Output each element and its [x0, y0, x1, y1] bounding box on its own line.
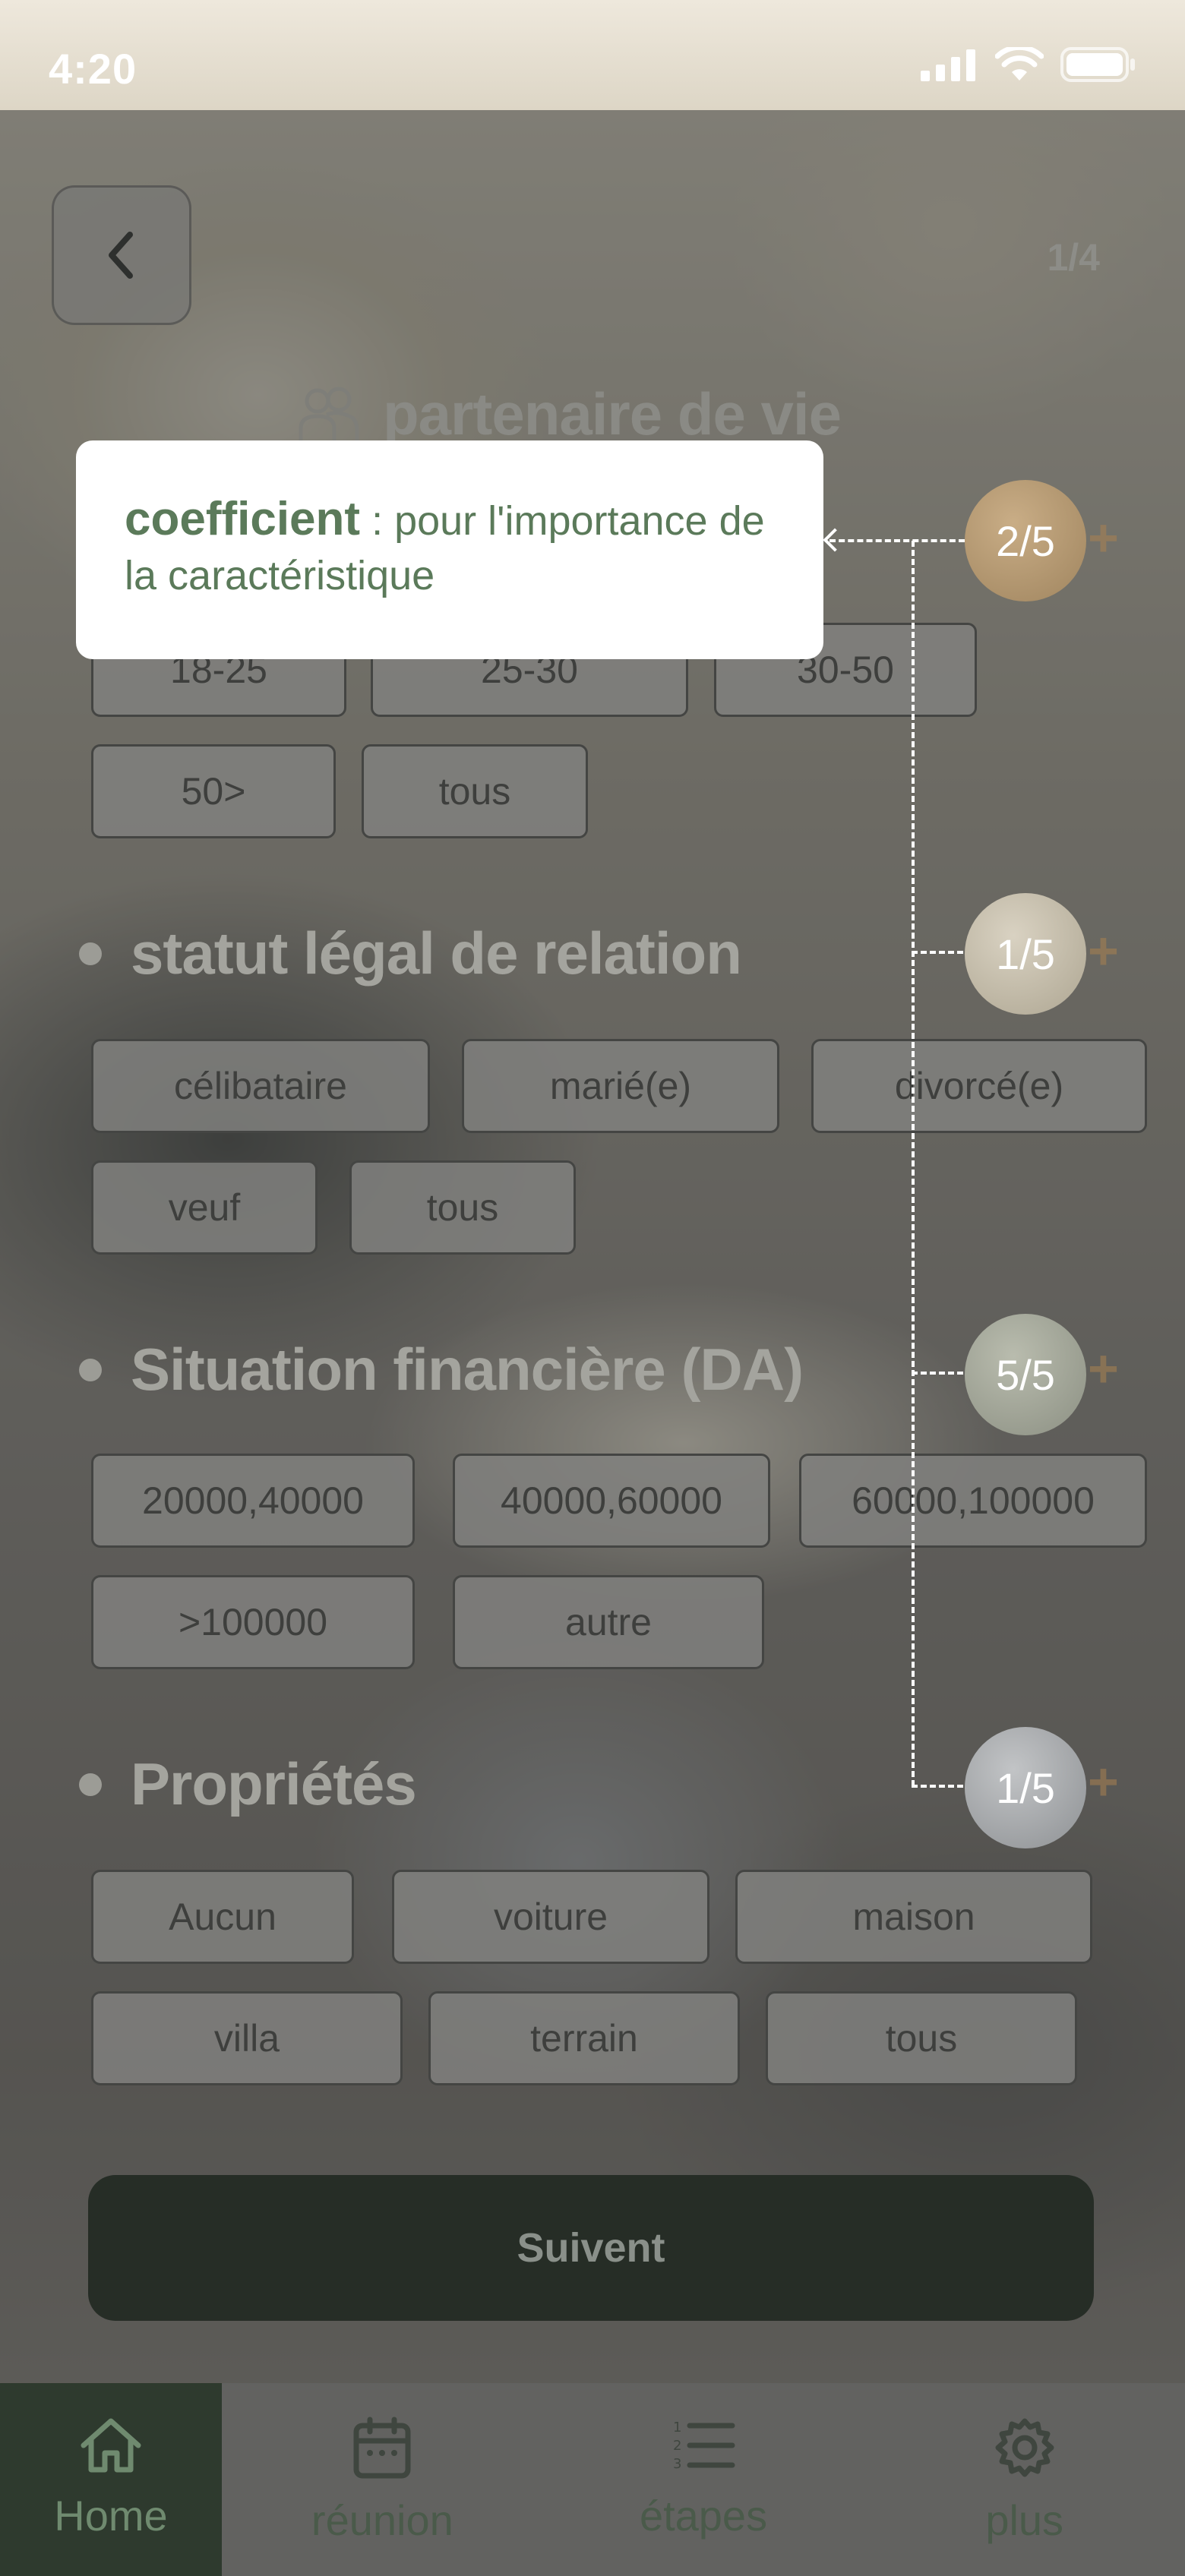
option-chip[interactable]: 20000,40000 — [91, 1454, 415, 1548]
gear-icon — [995, 2418, 1054, 2477]
cellular-signal-icon — [921, 49, 975, 81]
status-time: 4:20 — [49, 45, 137, 93]
numbered-list-icon: 1 2 3 — [673, 2420, 735, 2472]
option-chip[interactable]: tous — [349, 1160, 576, 1255]
option-chip[interactable]: terrain — [428, 1991, 740, 2085]
bottom-nav: Home réunion 1 2 3 étapes plus — [0, 2383, 1185, 2576]
option-chip[interactable]: divorcé(e) — [811, 1039, 1147, 1133]
coefficient-badge[interactable]: 1/5 — [965, 893, 1086, 1015]
option-chip[interactable]: 60000,100000 — [799, 1454, 1147, 1548]
criterion-title: Situation financière (DA) — [79, 1335, 804, 1404]
battery-icon — [1060, 47, 1135, 82]
option-chip[interactable]: tous — [766, 1991, 1077, 2085]
status-icons — [921, 47, 1136, 82]
nav-item-reunion[interactable]: réunion — [222, 2383, 543, 2576]
nav-label-home: Home — [54, 2492, 168, 2540]
wifi-icon — [995, 47, 1044, 80]
back-button[interactable] — [52, 185, 191, 325]
option-chip[interactable]: célibataire — [91, 1039, 430, 1133]
svg-text:2: 2 — [673, 2438, 681, 2454]
option-chip[interactable]: maison — [735, 1870, 1092, 1964]
bullet-dot — [79, 1358, 102, 1381]
nav-label-reunion: réunion — [311, 2496, 453, 2544]
option-chip[interactable]: 50> — [91, 744, 336, 838]
option-chip[interactable]: marié(e) — [462, 1039, 779, 1133]
next-button[interactable]: Suivent — [88, 2175, 1094, 2321]
tooltip-connector — [912, 951, 972, 954]
criterion-title: Propriétés — [79, 1750, 417, 1819]
nav-label-etapes: étapes — [639, 2492, 768, 2540]
tooltip-connector — [912, 1372, 972, 1375]
tooltip-connector — [830, 539, 965, 542]
tooltip-connector — [912, 1785, 972, 1788]
increase-coefficient-button[interactable]: + — [1088, 1751, 1119, 1812]
increase-coefficient-button[interactable]: + — [1088, 920, 1119, 981]
bullet-dot — [79, 942, 102, 965]
nav-item-etapes[interactable]: 1 2 3 étapes — [543, 2383, 864, 2576]
option-chip[interactable]: villa — [91, 1991, 403, 2085]
coefficient-badge[interactable]: 1/5 — [965, 1727, 1086, 1848]
calendar-icon — [353, 2417, 411, 2479]
chevron-left-icon — [109, 232, 133, 279]
increase-coefficient-button[interactable]: + — [1088, 1338, 1119, 1399]
option-chip[interactable]: 40000,60000 — [453, 1454, 770, 1548]
home-icon — [81, 2418, 141, 2473]
bullet-dot — [79, 1773, 102, 1796]
option-chip[interactable]: >100000 — [91, 1575, 415, 1669]
svg-text:3: 3 — [673, 2456, 681, 2472]
nav-item-home[interactable]: Home — [0, 2383, 222, 2576]
section-title: partenaire de vie — [383, 380, 842, 447]
coefficient-badge[interactable]: 2/5 — [965, 480, 1086, 601]
increase-coefficient-button[interactable]: + — [1088, 507, 1119, 568]
criterion-title: statut légal de relation — [79, 919, 742, 988]
option-chip[interactable]: veuf — [91, 1160, 318, 1255]
criterion-title-text: Situation financière (DA) — [131, 1336, 804, 1403]
coefficient-tooltip: coefficient : pour l'importance de la ca… — [76, 440, 823, 659]
option-chip[interactable]: Aucun — [91, 1870, 354, 1964]
option-chip[interactable]: voiture — [392, 1870, 709, 1964]
page-counter: 1/4 — [1047, 236, 1100, 279]
couple-icon — [299, 387, 359, 445]
option-chip[interactable]: tous — [362, 744, 588, 838]
nav-label-plus: plus — [985, 2496, 1064, 2544]
criterion-title-text: statut légal de relation — [131, 920, 742, 987]
svg-text:1: 1 — [673, 2420, 681, 2436]
tooltip-connector — [912, 541, 915, 1786]
tooltip-term: coefficient — [125, 493, 361, 545]
option-chip[interactable]: autre — [453, 1575, 764, 1669]
coefficient-badge[interactable]: 5/5 — [965, 1314, 1086, 1435]
criterion-title-text: Propriétés — [131, 1750, 417, 1817]
nav-item-plus[interactable]: plus — [864, 2383, 1185, 2576]
section-header: partenaire de vie — [296, 380, 842, 449]
